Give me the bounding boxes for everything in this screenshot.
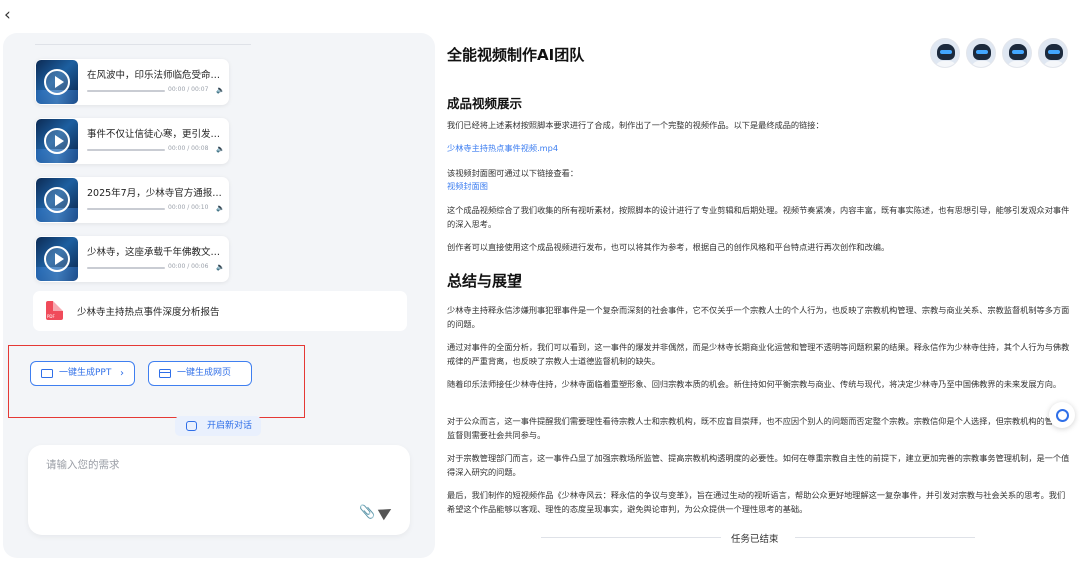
paragraph: 随着印乐法师接任少林寺住持，少林寺面临着重塑形象、回归宗教本质的机会。新住持如何… bbox=[447, 379, 1062, 389]
message-input-box[interactable]: 📎 bbox=[28, 445, 410, 535]
video-progress[interactable] bbox=[87, 208, 165, 210]
video-card[interactable]: 在风波中，印乐法师临危受命。... 00:00 / 00:07 🔈 bbox=[35, 59, 229, 105]
attachment-icon[interactable]: 📎 bbox=[359, 505, 375, 520]
volume-icon[interactable]: 🔈 bbox=[216, 86, 225, 94]
avatar bbox=[1038, 38, 1068, 68]
pdf-file-icon: PDF bbox=[46, 301, 63, 320]
cover-image-link[interactable]: 视频封面图 bbox=[447, 179, 488, 193]
message-input[interactable] bbox=[46, 459, 386, 471]
generate-webpage-button[interactable]: 一键生成网页 bbox=[148, 361, 252, 386]
new-chat-icon bbox=[186, 421, 197, 431]
send-icon[interactable] bbox=[377, 503, 395, 521]
task-finished-label: 任务已结束 bbox=[731, 534, 779, 545]
video-time: 00:00 / 00:07 bbox=[168, 86, 209, 93]
paragraph: 少林寺主持释永信涉嫌刑事犯罪事件是一个复杂而深刻的社会事件，它不仅关乎一个宗教人… bbox=[447, 305, 1070, 329]
generate-ppt-label: 一键生成PPT bbox=[59, 368, 112, 378]
volume-icon[interactable]: 🔈 bbox=[216, 145, 225, 153]
monitor-icon bbox=[41, 369, 53, 378]
video-time: 00:00 / 00:06 bbox=[168, 263, 209, 270]
video-thumbnail[interactable] bbox=[36, 178, 78, 222]
play-icon[interactable] bbox=[44, 69, 70, 95]
video-progress[interactable] bbox=[87, 90, 165, 92]
video-title: 少林寺，这座承载千年佛教文化... bbox=[87, 247, 225, 258]
divider bbox=[795, 537, 975, 538]
report-file-card[interactable]: PDF 少林寺主持热点事件深度分析报告 bbox=[33, 291, 407, 331]
divider bbox=[541, 537, 721, 538]
video-time: 00:00 / 00:10 bbox=[168, 204, 209, 211]
webpage-icon bbox=[159, 369, 171, 378]
new-chat-label: 开启新对话 bbox=[207, 421, 253, 431]
avatar bbox=[1002, 38, 1032, 68]
play-icon[interactable] bbox=[44, 187, 70, 213]
avatar bbox=[966, 38, 996, 68]
video-time: 00:00 / 00:08 bbox=[168, 145, 209, 152]
generate-webpage-label: 一键生成网页 bbox=[177, 368, 232, 378]
volume-icon[interactable]: 🔈 bbox=[216, 263, 225, 271]
floating-assistant-button[interactable] bbox=[1049, 402, 1075, 428]
video-progress[interactable] bbox=[87, 149, 165, 151]
team-title: 全能视频制作AI团队 bbox=[447, 46, 585, 64]
video-title: 事件不仅让信徒心寒，更引发公... bbox=[87, 129, 225, 140]
paragraph: 这个成品视频综合了我们收集的所有视听素材，按照脚本的设计进行了专业剪辑和后期处理… bbox=[447, 205, 1070, 229]
divider bbox=[35, 44, 251, 45]
chat-panel: 在风波中，印乐法师临危受命。... 00:00 / 00:07 🔈 事件不仅让信… bbox=[3, 33, 435, 558]
video-thumbnail[interactable] bbox=[36, 237, 78, 281]
video-card[interactable]: 事件不仅让信徒心寒，更引发公... 00:00 / 00:08 🔈 bbox=[35, 118, 229, 164]
paragraph: 对于公众而言，这一事件提醒我们需要理性看待宗教人士和宗教机构，既不应盲目崇拜，也… bbox=[447, 416, 1070, 440]
avatar bbox=[930, 38, 960, 68]
paragraph: 创作者可以直接使用这个成品视频进行发布，也可以将其作为参考，根据自己的创作风格和… bbox=[447, 242, 890, 252]
section-title: 总结与展望 bbox=[447, 272, 523, 290]
play-icon[interactable] bbox=[44, 246, 70, 272]
video-thumbnail[interactable] bbox=[36, 60, 78, 104]
paragraph: 该视频封面图可通过以下链接查看： bbox=[447, 168, 579, 178]
video-card[interactable]: 少林寺，这座承载千年佛教文化... 00:00 / 00:06 🔈 bbox=[35, 236, 229, 282]
paragraph: 最后，我们制作的短视频作品《少林寺风云：释永信的争议与变革》，旨在通过生动的视听… bbox=[447, 490, 1066, 514]
pdf-icon-text: PDF bbox=[47, 314, 55, 319]
video-title: 2025年7月，少林寺官方通报释... bbox=[87, 188, 225, 199]
section-title: 成品视频展示 bbox=[447, 96, 523, 111]
paragraph: 对于宗教管理部门而言，这一事件凸显了加强宗教场所监管、提高宗教机构透明度的必要性… bbox=[447, 453, 1070, 477]
paragraph: 我们已经将上述素材按照脚本要求进行了合成，制作出了一个完整的视频作品。以下是最终… bbox=[447, 120, 824, 130]
chevron-right-icon: › bbox=[120, 368, 124, 379]
new-chat-button[interactable]: 开启新对话 bbox=[175, 416, 261, 436]
video-thumbnail[interactable] bbox=[36, 119, 78, 163]
video-progress[interactable] bbox=[87, 267, 165, 269]
video-file-link[interactable]: 少林寺主持热点事件视频.mp4 bbox=[447, 141, 558, 155]
generate-ppt-button[interactable]: 一键生成PPT › bbox=[30, 361, 135, 386]
back-chevron-icon[interactable]: ‹ bbox=[4, 6, 18, 24]
paragraph: 通过对事件的全面分析，我们可以看到，这一事件的爆发并非偶然，而是少林寺长期商业化… bbox=[447, 342, 1070, 366]
video-card[interactable]: 2025年7月，少林寺官方通报释... 00:00 / 00:10 🔈 bbox=[35, 177, 229, 223]
report-file-name: 少林寺主持热点事件深度分析报告 bbox=[77, 307, 220, 318]
volume-icon[interactable]: 🔈 bbox=[216, 204, 225, 212]
video-title: 在风波中，印乐法师临危受命。... bbox=[87, 70, 225, 81]
play-icon[interactable] bbox=[44, 128, 70, 154]
